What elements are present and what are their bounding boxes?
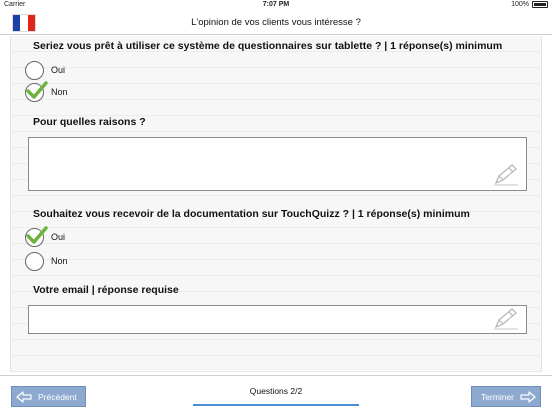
radio-button[interactable] — [25, 251, 44, 271]
questionnaire-content: Seriez vous prêt à utiliser ce système d… — [10, 36, 542, 372]
radio-button[interactable] — [25, 60, 44, 80]
progress-bar-fill — [193, 404, 359, 406]
battery-percent: 100% — [511, 1, 529, 8]
status-bar: Carrier 7:07 PM 100% — [0, 0, 552, 11]
option-label: Non — [51, 256, 68, 266]
progress-bar — [193, 404, 359, 406]
pencil-icon — [494, 308, 518, 330]
radio-button-checked[interactable] — [25, 225, 48, 247]
option-label: Oui — [51, 65, 66, 75]
option-label: Oui — [51, 232, 66, 242]
radio-button-checked[interactable] — [25, 80, 48, 102]
question-3-option-oui[interactable]: Oui — [25, 225, 66, 247]
question-1-text: Seriez vous prêt à utiliser ce système d… — [33, 40, 503, 52]
question-3-option-non[interactable]: Non — [25, 251, 68, 271]
email-field[interactable] — [28, 305, 527, 334]
reasons-textarea[interactable] — [28, 137, 527, 191]
option-label: Non — [51, 87, 68, 97]
question-pager: Questions 2/2 — [249, 386, 303, 396]
page-title: L'opinion de vos clients vous intéresse … — [191, 17, 361, 28]
arrow-right-icon — [520, 390, 536, 403]
pencil-icon — [494, 164, 518, 186]
battery-status: 100% — [511, 1, 548, 8]
question-1-option-oui[interactable]: Oui — [25, 60, 65, 80]
footer-nav: Précédent Questions 2/2 Terminer — [0, 375, 552, 414]
question-1-option-non[interactable]: Non — [25, 80, 68, 102]
question-4-text: Votre email | réponse requise — [33, 284, 179, 296]
checkmark-icon — [26, 80, 48, 99]
question-3-text: Souhaitez vous recevoir de la documentat… — [33, 208, 470, 220]
status-time: 7:07 PM — [262, 1, 290, 8]
finish-button-label: Terminer — [480, 391, 514, 402]
app-header: L'opinion de vos clients vous intéresse … — [0, 11, 552, 35]
battery-icon — [532, 1, 548, 8]
finish-button[interactable]: Terminer — [471, 386, 541, 407]
question-2-text: Pour quelles raisons ? — [33, 116, 146, 128]
checkmark-icon — [26, 225, 48, 244]
